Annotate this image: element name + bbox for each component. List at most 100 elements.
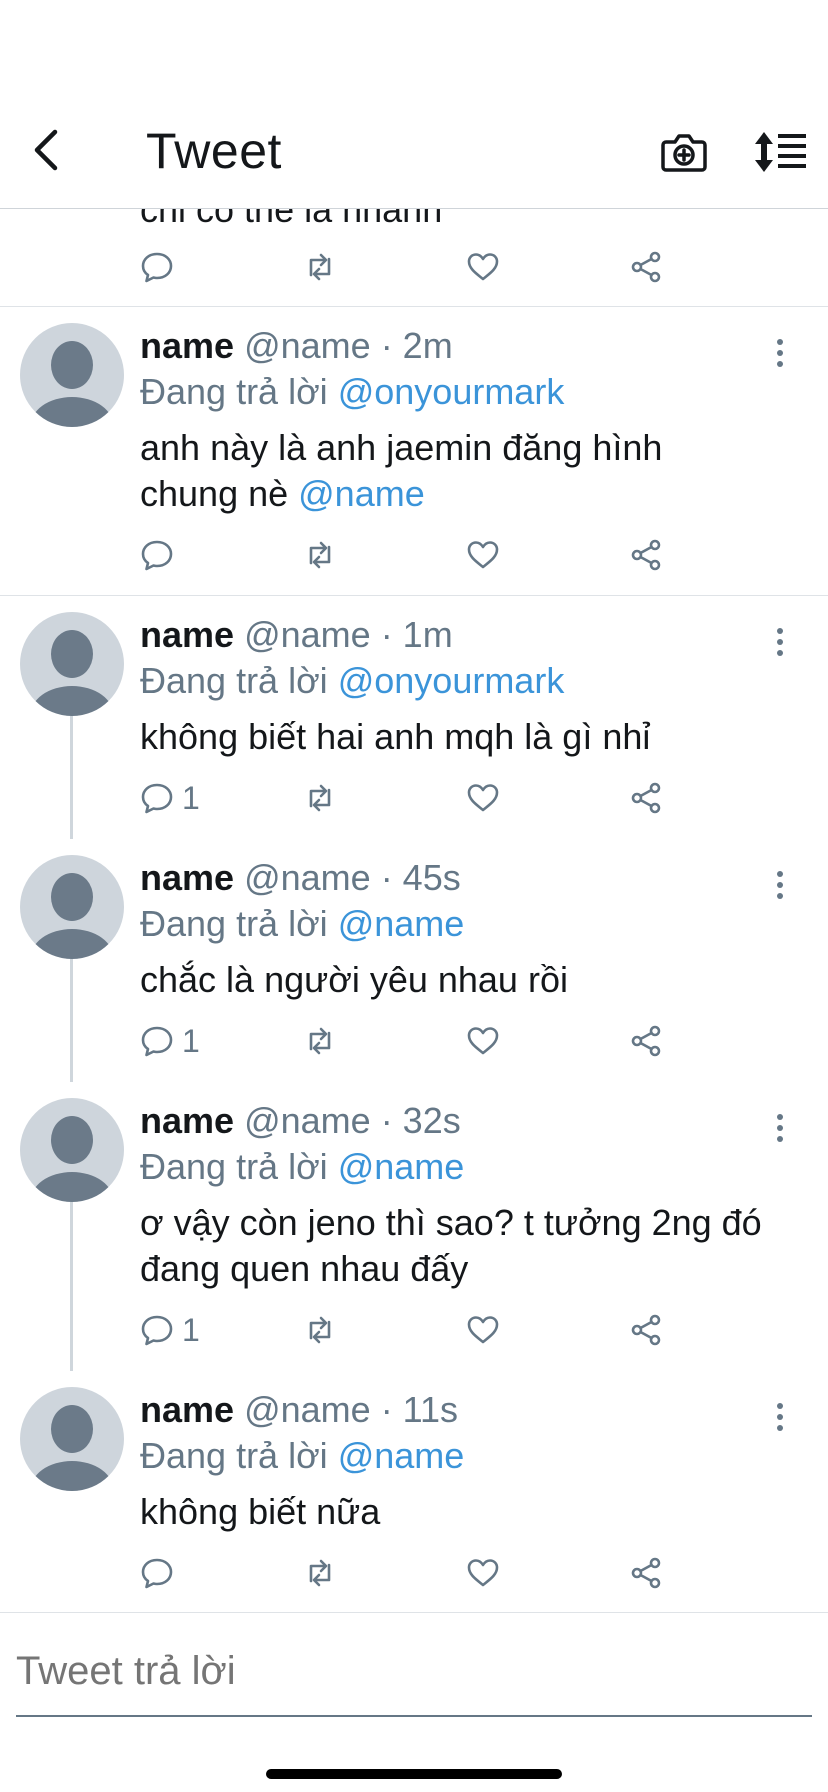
default-avatar-icon [30, 1405, 114, 1491]
replying-to-label: Đang trả lời [140, 660, 328, 701]
reply-button[interactable]: 1 [140, 776, 200, 820]
share-button[interactable] [629, 1551, 663, 1595]
tweet-item[interactable]: name @name · 32s Đang trả lời @name ơ vậ… [0, 1082, 828, 1371]
tweet-text: chỉ có thể là nhanh [140, 209, 443, 230]
thread-line [70, 1202, 73, 1371]
replying-to-label: Đang trả lời [140, 903, 328, 944]
retweet-button[interactable] [303, 776, 337, 820]
share-button[interactable] [629, 533, 663, 577]
retweet-icon [309, 784, 331, 812]
mention-link[interactable]: @onyourmark [338, 660, 565, 701]
mention-link[interactable]: @name [338, 903, 465, 944]
reply-button[interactable] [140, 533, 182, 577]
retweet-icon [309, 541, 331, 569]
camera-button[interactable] [660, 128, 708, 176]
retweet-button[interactable] [303, 1019, 337, 1063]
tweet-text-content: không biết hai anh mqh là gì nhỉ [140, 716, 651, 757]
share-button[interactable] [629, 776, 663, 820]
mention-link[interactable]: @onyourmark [338, 371, 565, 412]
tweet-text-content: chắc là người yêu nhau rồi [140, 959, 568, 1000]
tweet-item[interactable]: name @name · 1m Đang trả lời @onyourmark… [0, 596, 828, 839]
share-button[interactable] [629, 1019, 663, 1063]
tweet-text-content: không biết nữa [140, 1491, 381, 1532]
reply-icon [141, 1315, 173, 1346]
display-name[interactable]: name [140, 857, 234, 898]
share-button[interactable] [629, 1308, 663, 1352]
avatar[interactable] [20, 323, 124, 427]
tweet-meta: name @name · 11s [140, 1387, 768, 1433]
reply-input[interactable] [16, 1641, 812, 1701]
more-options-button[interactable] [772, 624, 788, 660]
tweet-meta: name @name · 32s [140, 1098, 768, 1144]
default-avatar-icon [30, 1116, 114, 1202]
reply-button[interactable] [140, 245, 174, 289]
reply-button[interactable] [140, 1551, 182, 1595]
replying-to-label: Đang trả lời [140, 1435, 328, 1476]
display-name[interactable]: name [140, 614, 234, 655]
like-button[interactable] [466, 1551, 500, 1595]
replying-to: Đang trả lời @onyourmark [140, 369, 768, 415]
retweet-button[interactable] [303, 245, 337, 289]
tweet-item[interactable]: name @name · 11s Đang trả lời @name khôn… [0, 1371, 828, 1612]
camera-plus-icon [661, 134, 707, 172]
more-options-button[interactable] [772, 867, 788, 903]
more-options-button[interactable] [772, 1399, 788, 1435]
reply-button[interactable]: 1 [140, 1019, 200, 1063]
heart-icon [467, 784, 499, 812]
tweet-text: không biết nữa [140, 1489, 768, 1535]
user-handle: @name [244, 325, 371, 366]
reply-button[interactable]: 1 [140, 1308, 200, 1352]
retweet-icon [309, 1027, 331, 1055]
reply-icon [141, 540, 173, 571]
user-handle: @name [244, 614, 371, 655]
user-handle: @name [244, 1100, 371, 1141]
home-indicator[interactable] [266, 1769, 562, 1779]
retweet-icon [309, 1316, 331, 1344]
like-button[interactable] [466, 245, 500, 289]
back-button[interactable] [22, 122, 70, 178]
page-title: Tweet [146, 123, 282, 179]
heart-icon [467, 1559, 499, 1587]
avatar[interactable] [20, 612, 124, 716]
display-name[interactable]: name [140, 1100, 234, 1141]
share-icon [631, 251, 661, 283]
display-name[interactable]: name [140, 325, 234, 366]
retweet-button[interactable] [303, 1308, 337, 1352]
share-icon [631, 1557, 661, 1589]
sort-icon [755, 132, 806, 172]
like-button[interactable] [466, 1019, 500, 1063]
avatar[interactable] [20, 1098, 124, 1202]
tweet-actions [140, 245, 700, 289]
tweet-item[interactable]: name @name · 2m Đang trả lời @onyourmark… [0, 307, 828, 596]
timestamp: · 2m [380, 325, 453, 366]
replying-to: Đang trả lời @name [140, 1433, 768, 1479]
reply-feed[interactable]: chỉ có thể là nhanh name @name · 2m Đang… [0, 209, 828, 1612]
avatar[interactable] [20, 855, 124, 959]
tweet-actions [140, 533, 700, 577]
more-options-button[interactable] [772, 335, 788, 371]
avatar[interactable] [20, 1387, 124, 1491]
reply-count: 1 [182, 1311, 200, 1348]
tweet-body: name @name · 11s Đang trả lời @name khôn… [140, 1387, 768, 1535]
tweet-meta: name @name · 45s [140, 855, 768, 901]
like-button[interactable] [466, 776, 500, 820]
tweet-partial[interactable]: chỉ có thể là nhanh [0, 209, 828, 307]
retweet-button[interactable] [303, 533, 337, 577]
like-button[interactable] [466, 1308, 500, 1352]
display-name[interactable]: name [140, 1389, 234, 1430]
sort-button[interactable] [752, 128, 808, 176]
tweet-item[interactable]: name @name · 45s Đang trả lời @name chắc… [0, 839, 828, 1082]
more-options-button[interactable] [772, 1110, 788, 1146]
timestamp: · 11s [380, 1389, 459, 1430]
tweet-text: ơ vậy còn jeno thì sao? t tưởng 2ng đó đ… [140, 1200, 768, 1292]
tweet-meta: name @name · 2m [140, 323, 768, 369]
like-button[interactable] [466, 533, 500, 577]
timestamp: · 45s [380, 857, 461, 898]
replying-to: Đang trả lời @name [140, 1144, 768, 1190]
share-button[interactable] [629, 245, 663, 289]
retweet-button[interactable] [303, 1551, 337, 1595]
app-header: Tweet [0, 0, 828, 209]
mention-link[interactable]: @name [338, 1146, 465, 1187]
mention-link[interactable]: @name [298, 473, 425, 514]
mention-link[interactable]: @name [338, 1435, 465, 1476]
